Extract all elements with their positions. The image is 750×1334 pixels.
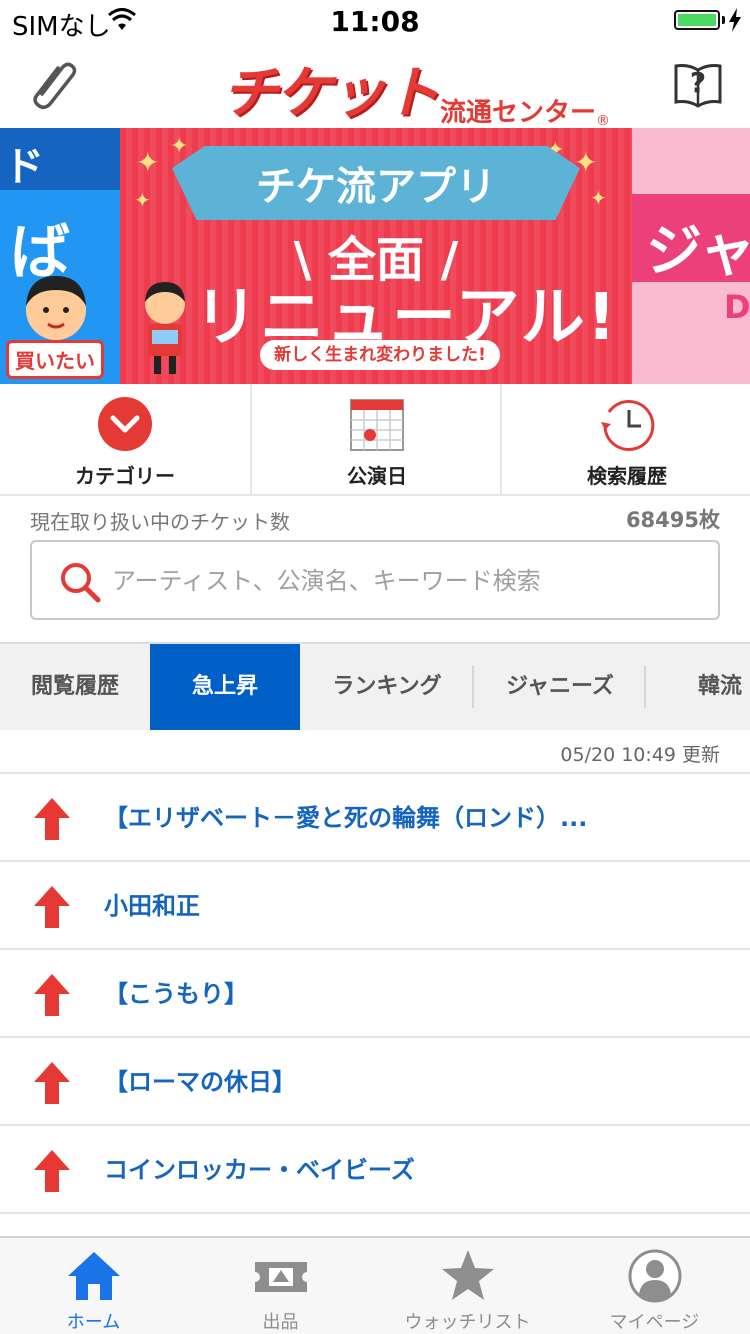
performance-date-label: 公演日 [347,464,407,488]
nav-mypage[interactable]: マイページ [561,1238,748,1334]
tab-browsing-history[interactable]: 閲覧履歴 [0,644,150,730]
banner-carousel[interactable]: ド ば 買いたい ✦ ✦ ✦ ✦ ✦ ✦ チケ流アプリ \ 全面 / リニューア… [0,128,750,384]
battery-icon [674,10,720,30]
sparkle-icon: ✦ [136,146,160,179]
search-history-label: 検索履歴 [587,464,667,488]
up-arrow-icon [34,1150,70,1192]
list-item-title: 【ローマの休日】 [104,1068,296,1096]
list-item[interactable]: 【エリザベート－愛と死の輪舞（ロンド）... [0,772,750,860]
clip-icon[interactable] [26,54,82,110]
tab-bar: 閲覧履歴 急上昇 ランキング ジャニーズ 韓流 [0,644,750,730]
home-icon [68,1252,120,1300]
star-icon [442,1250,494,1300]
up-arrow-icon [34,1062,70,1104]
tab-trending[interactable]: 急上昇 [150,644,300,730]
status-bar: SIMなし 11:08 [0,0,750,42]
list-item-title: 小田和正 [104,892,200,920]
banner-next-slide[interactable]: ジャ D [632,128,750,384]
tab-label: ランキング [332,674,442,699]
ticket-upload-icon [253,1262,309,1292]
clock: 11:08 [330,5,420,38]
logo-main: チケット [222,61,440,126]
nav-home-label: ホーム [66,1312,121,1333]
banner-current-slide[interactable]: ✦ ✦ ✦ ✦ ✦ ✦ チケ流アプリ \ 全面 / リニューアル! 新しく生まれ… [120,128,632,384]
character-illustration [26,276,86,340]
nav-watchlist[interactable]: ウォッチリスト [374,1238,561,1334]
list-item[interactable]: 【ローマの休日】 [0,1036,750,1124]
banner-bubble: 新しく生まれ変わりました! [260,340,500,370]
category-button[interactable]: カテゴリー [0,384,250,494]
sparkle-icon: ✦ [590,186,607,210]
tab-label: 韓流 [697,674,742,699]
search-icon [61,563,101,603]
svg-text:?: ? [690,66,706,99]
list-item[interactable]: コインロッカー・ベイビーズ [0,1124,750,1212]
ticket-count-label: 現在取り扱い中のチケット数 [30,510,290,534]
ticket-count-value: 68495枚 [625,508,720,532]
updated-timestamp: 05/20 10:49 更新 [560,744,720,766]
tab-label: 急上昇 [191,674,258,699]
nav-sell-label: 出品 [262,1312,299,1333]
chevron-down-circle-icon [98,397,152,451]
list-item[interactable]: 小田和正 [0,860,750,948]
list-item-title: コインロッカー・ベイビーズ [104,1156,415,1184]
nav-watchlist-label: ウォッチリスト [404,1312,531,1333]
nav-home[interactable]: ホーム [0,1238,187,1334]
user-icon [628,1249,682,1303]
search-box[interactable] [30,540,720,620]
category-label: カテゴリー [75,464,175,488]
tab-johnnys[interactable]: ジャニーズ [474,644,646,730]
logo-reg: ® [596,113,611,129]
sparkle-icon: ✦ [134,188,151,212]
banner-left-tab: ド [4,144,44,190]
logo-sub: 流通センター [440,98,597,128]
nav-mypage-label: マイページ [609,1312,700,1333]
calendar-icon [350,399,404,451]
banner-prev-slide[interactable]: ド ば 買いたい [0,128,120,384]
up-arrow-icon [34,798,70,840]
charging-icon [729,8,741,32]
tab-label: 閲覧履歴 [30,674,119,699]
history-clock-icon [601,399,655,451]
banner-right-text: ジャ [646,219,750,284]
banner-right-sub: D [724,288,750,326]
search-input[interactable] [112,556,702,606]
trending-list: 【エリザベート－愛と死の輪舞（ロンド）... 小田和正 【こうもり】 【ローマの… [0,772,750,1300]
up-arrow-icon [34,974,70,1016]
banner-ribbon-text: チケ流アプリ [256,164,496,210]
performance-date-button[interactable]: 公演日 [250,384,500,494]
up-arrow-icon [34,886,70,928]
bottom-nav: ホーム 出品 ウォッチリスト マイページ [0,1236,750,1334]
list-item[interactable]: 【こうもり】 [0,948,750,1036]
banner-buy-label: 買いたい [6,340,104,379]
tab-korean[interactable]: 韓流 [646,644,750,730]
app-logo: チケット流通センター® [222,48,610,129]
screen: SIMなし 11:08 チケット流通センター® ? ド ば 買いたい ✦ ✦ ✦… [0,0,750,1334]
help-book-icon[interactable]: ? [674,56,722,108]
list-item-title: 【エリザベート－愛と死の輪舞（ロンド）... [104,804,588,832]
battery-tip [722,16,725,24]
search-history-button[interactable]: 検索履歴 [500,384,750,494]
tab-ranking[interactable]: ランキング [300,644,474,730]
nav-sell[interactable]: 出品 [187,1238,374,1334]
app-header: チケット流通センター® ? [0,40,750,129]
tab-label: ジャニーズ [506,674,614,699]
list-item-title: 【こうもり】 [104,980,248,1008]
quick-menu: カテゴリー 公演日 検索履歴 [0,384,750,496]
